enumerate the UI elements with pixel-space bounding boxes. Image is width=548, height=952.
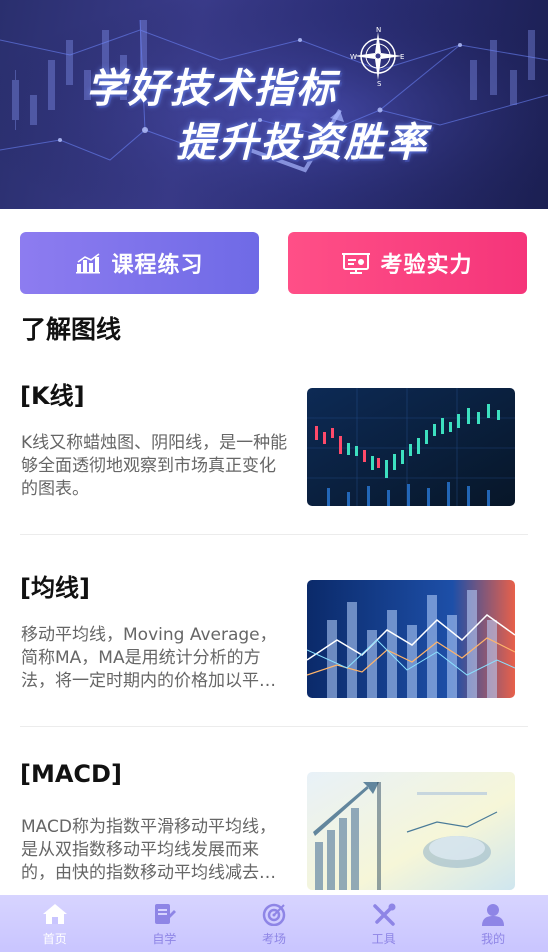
list-divider bbox=[20, 534, 528, 535]
target-icon bbox=[261, 901, 287, 927]
tab-label: 自学 bbox=[152, 931, 177, 946]
article-description: 移动平均线，Moving Average，简称MA，MA是用统计分析的方法，将一… bbox=[21, 625, 277, 691]
svg-text:S: S bbox=[377, 80, 382, 86]
list-divider bbox=[20, 726, 528, 727]
presentation-icon bbox=[342, 252, 371, 274]
home-icon bbox=[42, 901, 68, 927]
course-practice-button[interactable]: 课程练习 bbox=[20, 232, 259, 294]
article-card-kline[interactable]: [K线] K线又称蜡烛图、阴阳线，是一种能够全面透彻地观察到市场真正变化的图表。 bbox=[0, 376, 548, 566]
tab-label: 我的 bbox=[481, 931, 506, 946]
tab-label: 工具 bbox=[371, 931, 396, 946]
article-thumbnail bbox=[307, 772, 515, 890]
tab-tools[interactable]: 工具 bbox=[329, 895, 439, 952]
promo-banner[interactable]: N W E S 学好技术指标 提升投资胜率 bbox=[0, 0, 548, 209]
svg-text:E: E bbox=[400, 53, 404, 61]
test-strength-button[interactable]: 考验实力 bbox=[288, 232, 527, 294]
compass-icon: N W E S bbox=[350, 26, 404, 86]
tab-profile[interactable]: 我的 bbox=[438, 895, 548, 952]
article-title: [均线] bbox=[20, 574, 90, 602]
svg-text:W: W bbox=[350, 53, 357, 61]
article-description: MACD称为指数平滑移动平均线，是从双指数移动平均线发展而来的，由快的指数移动平… bbox=[21, 817, 276, 883]
article-title: [MACD] bbox=[20, 760, 122, 788]
section-title: 了解图线 bbox=[21, 315, 122, 344]
tab-exam[interactable]: 考场 bbox=[219, 895, 329, 952]
tab-study[interactable]: 自学 bbox=[110, 895, 220, 952]
chart-icon bbox=[75, 252, 101, 274]
tab-label: 首页 bbox=[42, 931, 67, 946]
user-icon bbox=[480, 901, 506, 927]
tab-home[interactable]: 首页 bbox=[0, 895, 110, 952]
bottom-tab-bar: 首页 自学 考场 工具 我的 bbox=[0, 895, 548, 952]
article-thumbnail bbox=[307, 580, 515, 698]
article-description: K线又称蜡烛图、阴阳线，是一种能够全面透彻地观察到市场真正变化的图表。 bbox=[21, 433, 288, 499]
tools-icon bbox=[371, 901, 397, 927]
test-strength-label: 考验实力 bbox=[380, 253, 473, 278]
banner-subheadline: 提升投资胜率 bbox=[176, 120, 428, 166]
article-thumbnail bbox=[307, 388, 515, 506]
banner-headline: 学好技术指标 bbox=[86, 66, 338, 112]
article-card-ma[interactable]: [均线] 移动平均线，Moving Average，简称MA，MA是用统计分析的… bbox=[0, 568, 548, 758]
article-title: [K线] bbox=[20, 382, 85, 410]
tab-label: 考场 bbox=[261, 931, 286, 946]
svg-text:N: N bbox=[376, 26, 381, 34]
course-practice-label: 课程练习 bbox=[111, 253, 204, 278]
study-icon bbox=[151, 901, 177, 927]
